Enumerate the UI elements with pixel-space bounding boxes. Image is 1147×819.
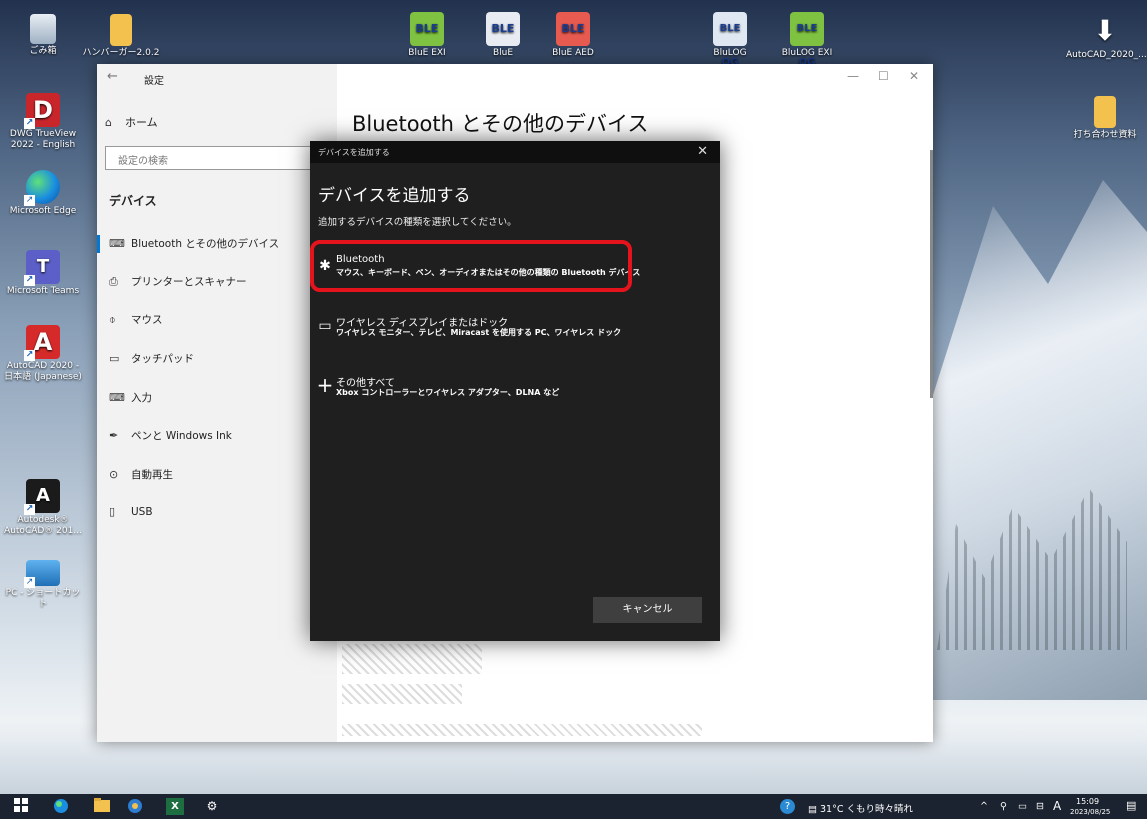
dialog-title: デバイスを追加する (318, 186, 471, 206)
nav-item-printers[interactable]: ⎙ プリンターとスキャナー (109, 274, 247, 289)
option-wireless-display[interactable]: ▭ ワイヤレス ディスプレイまたはドック ワイヤレス モニター、テレビ、Mira… (314, 311, 714, 351)
download-arrow-icon: ⬇ (1093, 14, 1117, 47)
settings-titlebar: ← 設定 — ☐ ✕ (97, 64, 933, 90)
pc-icon: ↗ (24, 560, 60, 588)
desktop-icon-edge[interactable]: ↗ Microsoft Edge (4, 170, 82, 217)
home-icon: ⌂ (105, 116, 112, 129)
edge-icon: ↗ (24, 170, 60, 206)
ble-app-icon: BLE (410, 12, 444, 46)
cancel-button[interactable]: キャンセル (593, 597, 702, 623)
nav-home[interactable]: ⌂ ホーム (105, 114, 158, 130)
dialog-titlebar: デバイスを追加する ✕ (310, 141, 720, 163)
dialog-subtitle: 追加するデバイスの種類を選択してください。 (318, 217, 517, 228)
settings-gear-icon[interactable]: ⚙ (203, 798, 221, 815)
desktop-icon-autocad-installer[interactable]: ⬇ AutoCAD_2020_... (1066, 14, 1147, 61)
taskbar: X ⚙ ? ▤ 31°C くもり時々晴れ ^ ⚲ ▭ ⊟ A 15:09 202… (0, 794, 1147, 819)
ble-app-icon: BLE (486, 12, 520, 46)
option-description: ワイヤレス モニター、テレビ、Miracast を使用する PC、ワイヤレス ド… (336, 328, 622, 337)
dialog-header-title: デバイスを追加する (318, 148, 390, 157)
desktop-icon-recycle-bin[interactable]: ごみ箱 (4, 14, 82, 57)
desktop-icon-ble-aed[interactable]: BLE BluE AED (534, 12, 612, 59)
ble-app-icon: BLE (556, 12, 590, 46)
nav-item-autoplay[interactable]: ⊙ 自動再生 (109, 467, 173, 482)
desktop-icon-ble[interactable]: BLE BluE (464, 12, 542, 59)
desktop-icon-ble-exi[interactable]: BLE BluE EXI (388, 12, 466, 59)
ime-indicator[interactable]: A (1053, 799, 1061, 813)
close-window-button[interactable]: ✕ (909, 69, 919, 83)
desktop-wallpaper-snow (0, 740, 1147, 794)
back-arrow-icon[interactable]: ← (107, 69, 118, 84)
clock-date[interactable]: 2023/08/25 (1070, 808, 1110, 816)
desktop-icon-blelog[interactable]: BLE OG BluLOG (691, 12, 769, 68)
teams-icon: T ↗ (24, 250, 60, 286)
excel-icon[interactable]: X (166, 798, 184, 815)
desktop-icon-folder-hamburger[interactable]: ハンバーガー2.0.2 (82, 14, 160, 59)
autodesk-icon: A ↗ (24, 479, 60, 515)
window-title: 設定 (144, 76, 164, 87)
desktop-icon-autodesk[interactable]: A ↗ Autodesk® AutoCAD® 201... (4, 479, 82, 537)
desktop-icon-teams[interactable]: T ↗ Microsoft Teams (4, 250, 82, 297)
desktop-icon-pc[interactable]: ↗ PC - ショートカット (4, 560, 82, 610)
edge-icon[interactable] (52, 798, 70, 815)
network-icon[interactable]: ⚲ (1000, 801, 1007, 812)
clock-time[interactable]: 15:09 (1076, 797, 1099, 806)
content-placeholder (342, 644, 482, 674)
app-icon[interactable] (126, 798, 144, 815)
option-everything-else[interactable]: + その他すべて Xbox コントローラーとワイヤレス アダプター、DLNA な… (314, 371, 714, 411)
nav-item-typing[interactable]: ⌨ 入力 (109, 390, 152, 405)
battery-icon[interactable]: ▭ (1018, 801, 1027, 812)
notification-icon[interactable]: ▤ (1126, 799, 1136, 812)
pen-icon: ✒ (109, 429, 119, 442)
nav-item-mouse[interactable]: ⌽ マウス (109, 312, 163, 327)
red-highlight-box (310, 240, 632, 292)
tray-overflow-icon[interactable]: ^ (980, 801, 988, 812)
printer-icon: ⎙ (109, 275, 118, 288)
weather-widget[interactable]: ▤ 31°C くもり時々晴れ (808, 801, 913, 815)
monitor-icon: ▭ (318, 318, 332, 334)
nav-item-touchpad[interactable]: ▭ タッチパッド (109, 351, 194, 366)
ble-og-icon: BLE OG (713, 12, 747, 68)
ble-og-icon: BLE OG (790, 12, 824, 68)
touchpad-icon: ▭ (109, 352, 120, 365)
nav-item-bluetooth[interactable]: ⌨ Bluetooth とその他のデバイス (109, 236, 279, 251)
autoplay-icon: ⊙ (109, 468, 119, 481)
desktop-icon-autocad[interactable]: A ↗ AutoCAD 2020 - 日本語 (Japanese) (4, 325, 82, 383)
settings-search-input[interactable]: 設定の検索 (105, 146, 315, 170)
plus-icon: + (316, 373, 334, 397)
desktop-icon-blelog-exi[interactable]: BLE OG BluLOG EXI (768, 12, 846, 68)
folder-icon (1094, 96, 1116, 128)
nav-active-indicator (97, 235, 100, 253)
desktop-icon-meeting-folder[interactable]: 打ち合わせ資料 (1066, 96, 1144, 141)
option-description: Xbox コントローラーとワイヤレス アダプター、DLNA など (336, 388, 560, 397)
recycle-bin-icon (30, 14, 56, 44)
nav-home-label: ホーム (125, 116, 158, 129)
file-explorer-icon[interactable] (93, 798, 111, 815)
content-placeholder (342, 724, 702, 736)
content-placeholder (342, 684, 462, 704)
add-device-dialog: デバイスを追加する ✕ デバイスを追加する 追加するデバイスの種類を選択してくだ… (310, 141, 720, 641)
keyboard-icon: ⌨ (109, 391, 125, 404)
bluetooth-devices-icon: ⌨ (109, 237, 125, 250)
nav-item-usb[interactable]: ▯ USB (109, 505, 153, 518)
mouse-icon: ⌽ (109, 313, 116, 326)
section-heading-devices: デバイス (109, 194, 157, 208)
dialog-close-button[interactable]: ✕ (697, 144, 708, 159)
maximize-button[interactable]: ☐ (878, 69, 889, 83)
desktop-icon-dwg-trueview[interactable]: D ↗ DWG TrueView 2022 - English (4, 93, 82, 151)
autocad-icon: A ↗ (24, 325, 60, 361)
dwg-trueview-icon: D ↗ (24, 93, 60, 129)
folder-icon (110, 14, 132, 46)
usb-icon: ▯ (109, 505, 116, 518)
nav-item-pen[interactable]: ✒ ペンと Windows Ink (109, 428, 232, 443)
content-scrollbar[interactable] (930, 150, 933, 398)
help-icon[interactable]: ? (780, 799, 795, 814)
minimize-button[interactable]: — (847, 69, 859, 83)
page-title: Bluetooth とその他のデバイス (352, 112, 649, 136)
keyboard-layout-icon[interactable]: ⊟ (1036, 801, 1044, 812)
start-windows-icon[interactable] (12, 798, 30, 815)
